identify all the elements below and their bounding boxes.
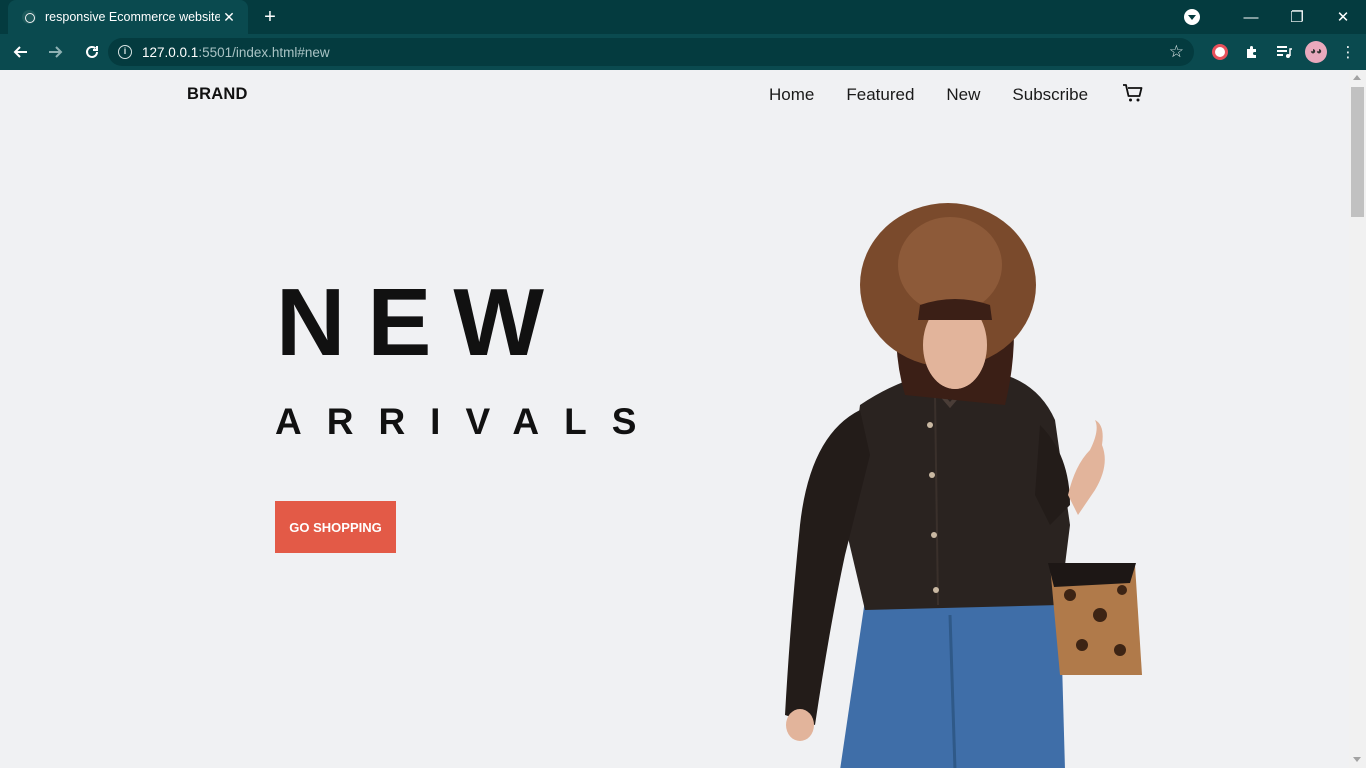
profile-button[interactable]: ◕◕ xyxy=(1300,36,1332,68)
reload-button[interactable] xyxy=(76,36,108,68)
main-nav: Home Featured New Subscribe xyxy=(769,83,1144,105)
arrow-left-icon xyxy=(13,46,27,58)
extensions-button[interactable] xyxy=(1236,36,1268,68)
playlist-icon xyxy=(1277,46,1292,58)
forward-button[interactable] xyxy=(40,36,72,68)
minimize-button[interactable]: — xyxy=(1228,0,1274,34)
tab-search-icon[interactable] xyxy=(1184,9,1200,25)
go-shopping-button[interactable]: GO SHOPPING xyxy=(275,501,396,553)
media-control-button[interactable] xyxy=(1268,36,1300,68)
record-extension-button[interactable] xyxy=(1204,36,1236,68)
cart-icon[interactable] xyxy=(1122,83,1144,103)
site-info-icon[interactable]: i xyxy=(118,45,132,59)
nav-subscribe[interactable]: Subscribe xyxy=(1012,85,1088,105)
browser-tab[interactable]: responsive Ecommerce website ✕ xyxy=(8,0,248,34)
brand-logo[interactable]: BRAND xyxy=(187,85,248,104)
back-button[interactable] xyxy=(4,36,36,68)
reload-icon xyxy=(86,45,98,58)
extension-area: ◕◕ ⋮ xyxy=(1204,34,1364,70)
record-icon xyxy=(1212,44,1228,60)
address-bar[interactable]: i 127.0.0.1:5501/index.html#new ☆ xyxy=(108,38,1194,66)
model-photo xyxy=(785,203,1142,768)
url-path: :5501/index.html#new xyxy=(198,44,330,60)
close-tab-icon[interactable]: ✕ xyxy=(220,9,238,26)
avatar: ◕◕ xyxy=(1305,41,1327,63)
puzzle-icon xyxy=(1247,46,1256,58)
hero-title: NEW xyxy=(276,269,566,376)
tab-title: responsive Ecommerce website xyxy=(45,10,220,24)
url-host: 127.0.0.1 xyxy=(142,44,199,60)
page-scrollbar[interactable] xyxy=(1349,70,1366,768)
scroll-thumb[interactable] xyxy=(1351,87,1364,217)
close-window-button[interactable]: ✕ xyxy=(1320,0,1366,34)
bookmark-star-icon[interactable]: ☆ xyxy=(1169,42,1184,62)
nav-home[interactable]: Home xyxy=(769,85,814,105)
browser-toolbar: i 127.0.0.1:5501/index.html#new ☆ ◕◕ ⋮ xyxy=(0,34,1366,70)
page-viewport: BRAND Home Featured New Subscribe NEW AR… xyxy=(0,70,1349,768)
browser-menu-button[interactable]: ⋮ xyxy=(1332,36,1364,68)
window-controls: — ❐ ✕ xyxy=(1184,0,1366,34)
restore-button[interactable]: ❐ xyxy=(1274,0,1320,34)
arrow-right-icon xyxy=(49,46,63,58)
nav-new[interactable]: New xyxy=(946,85,980,105)
nav-featured[interactable]: Featured xyxy=(846,85,914,105)
scroll-down-icon[interactable] xyxy=(1353,757,1361,762)
hero-subtitle: ARRIVALS xyxy=(275,401,662,442)
browser-tab-strip: responsive Ecommerce website ✕ + — ❐ ✕ xyxy=(0,0,1366,34)
scroll-up-icon[interactable] xyxy=(1353,75,1361,80)
globe-icon xyxy=(22,10,36,24)
new-tab-button[interactable]: + xyxy=(258,5,282,29)
